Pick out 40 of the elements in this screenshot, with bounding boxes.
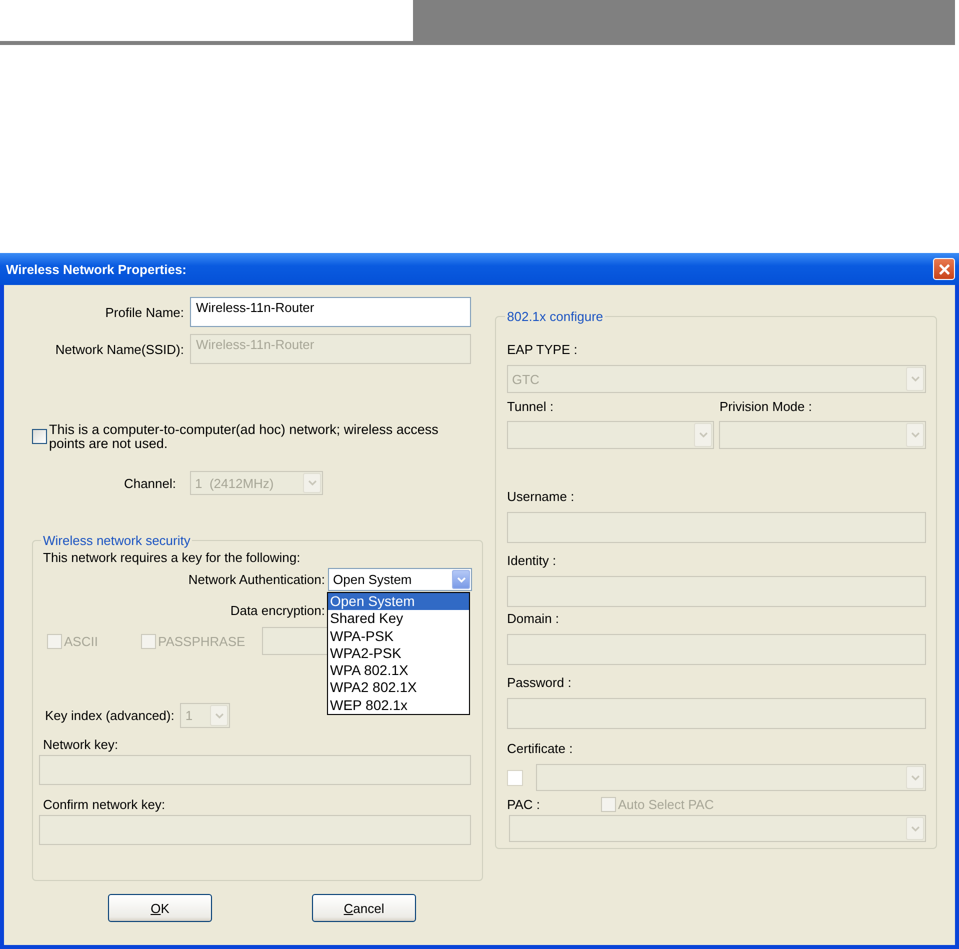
field-label: Network key: — [43, 737, 120, 752]
field-label: Confirm network key: — [43, 797, 166, 812]
field-label: Identity : — [507, 553, 558, 568]
dropdown-option[interactable]: WPA 802.1X — [328, 662, 469, 680]
checkbox[interactable] — [32, 429, 47, 444]
chevron-down-icon[interactable] — [452, 570, 470, 589]
group-title: 802.1x configure — [506, 309, 604, 324]
field-label: Data encryption: — [229, 603, 326, 618]
field-label: Privision Mode : — [718, 399, 813, 414]
dropdown-option[interactable]: Open System — [328, 593, 469, 610]
dropdown-option[interactable]: WEP 802.1x — [328, 696, 469, 714]
field-label: Certificate : — [507, 741, 574, 756]
dropdown-option[interactable]: WPA2 802.1X — [328, 679, 469, 697]
field-label: Password : — [507, 675, 572, 690]
field-label: PAC : — [507, 797, 541, 812]
dropdown-option[interactable]: WPA2-PSK — [328, 644, 469, 662]
window-title: Wireless Network Properties: — [6, 262, 187, 276]
checkbox-label: This is a computer-to-computer(ad hoc) network; wireless access points are not used. — [49, 423, 439, 451]
instruction-text: This network requires a key for the following: — [43, 550, 302, 565]
close-icon[interactable] — [938, 262, 950, 276]
field-label: Network Authentication: — [187, 572, 326, 587]
checkbox-label: ASCII — [64, 634, 98, 648]
close-button[interactable] — [933, 258, 955, 280]
field-label: Tunnel : — [507, 399, 554, 414]
field-label: Domain : — [507, 611, 560, 626]
checkbox-label: Auto Select PAC — [618, 797, 714, 812]
dropdown-option[interactable]: WPA-PSK — [328, 628, 469, 645]
field-label: Profile Name: — [104, 304, 185, 320]
dropdown[interactable]: Open System — [328, 568, 472, 591]
field-label: Username : — [507, 489, 576, 504]
dropdown-option[interactable]: Shared Key — [328, 610, 469, 628]
dialog-button[interactable]: Cancel — [312, 894, 416, 922]
field-label: Network Name(SSID): — [54, 342, 185, 356]
checkbox-label: PASSPHRASE — [158, 634, 246, 648]
field-label: Channel: — [122, 476, 177, 490]
field-label: Key index (advanced): — [45, 708, 174, 723]
group-title: Wireless network security — [42, 533, 192, 548]
text-field[interactable]: Wireless-11n-Router — [190, 297, 471, 327]
field-label: EAP TYPE : — [507, 342, 578, 357]
dialog-button[interactable]: OK — [108, 894, 212, 922]
